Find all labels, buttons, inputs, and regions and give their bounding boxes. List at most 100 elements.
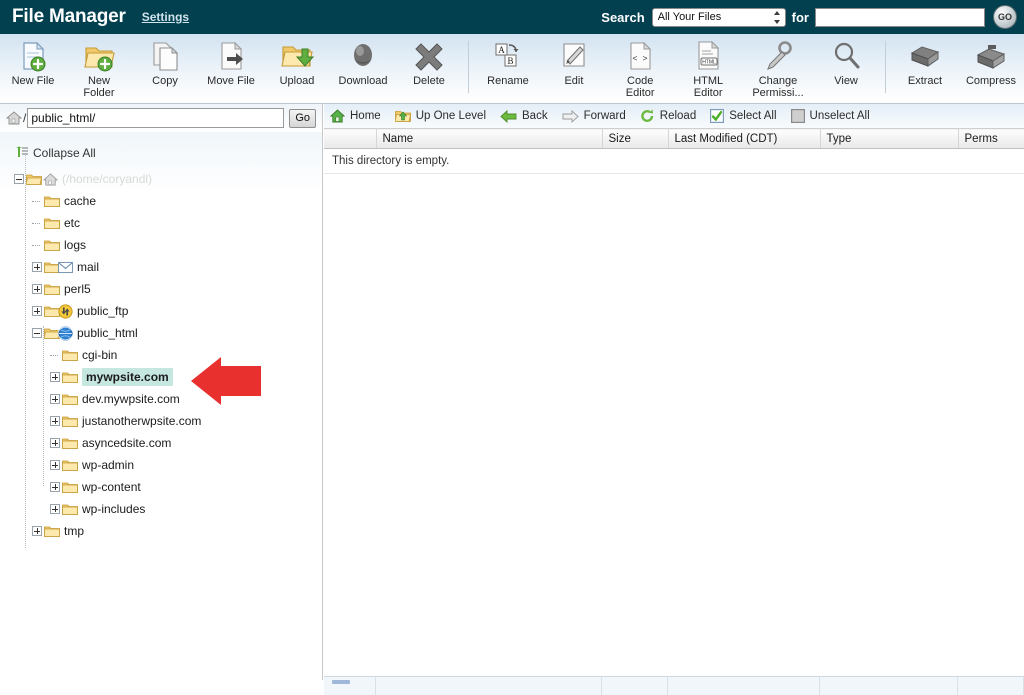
nav-button-up-one-level[interactable]: Up One Level	[394, 109, 487, 123]
toolbar-button-code-editor[interactable]: < > Code Editor	[607, 39, 673, 99]
toolbar-button-compress[interactable]: Compress	[958, 39, 1024, 87]
tree-expander-plus-icon[interactable]	[32, 284, 42, 294]
file-list-table: Name Size Last Modified (CDT) Type Perms…	[324, 128, 1024, 174]
folder-icon	[62, 416, 78, 427]
folder-icon	[44, 240, 60, 251]
footer-cell-size	[602, 677, 668, 695]
folder-icon	[62, 504, 78, 515]
toolbar-button-html-editor[interactable]: HTML HTML Editor	[673, 39, 743, 99]
change-permissions-icon	[761, 39, 795, 73]
path-input[interactable]	[27, 108, 285, 128]
collapse-all-button[interactable]: Collapse All	[0, 142, 322, 168]
search-scope-wrapper: All Your Files	[651, 7, 786, 27]
tree-expander-minus-icon[interactable]	[32, 328, 42, 338]
toolbar-label: Move File	[207, 75, 255, 87]
upload-icon	[280, 39, 315, 73]
toolbar-button-edit[interactable]: Edit	[541, 39, 607, 87]
tree-node-mail[interactable]: mail	[0, 256, 322, 278]
path-go-button[interactable]: Go	[289, 108, 316, 128]
search-go-button[interactable]: GO	[993, 5, 1017, 29]
tree-expander-plus-icon[interactable]	[50, 504, 60, 514]
column-header-type[interactable]: Type	[820, 128, 959, 149]
folder-icon	[62, 460, 78, 471]
toolbar-button-change-permissions[interactable]: Change Permissi...	[743, 39, 813, 99]
tree-expander-plus-icon[interactable]	[32, 526, 42, 536]
settings-link[interactable]: Settings	[142, 10, 189, 24]
nav-button-unselect-all[interactable]: Unselect All	[790, 109, 870, 123]
tree-node-label: justanotherwpsite.com	[82, 414, 202, 428]
nav-button-select-all[interactable]: Select All	[710, 109, 777, 123]
tree-node-cgi-bin[interactable]: cgi-bin	[0, 344, 322, 366]
tree-node-asyncedsite-com[interactable]: asyncedsite.com	[0, 432, 322, 454]
search-scope-select[interactable]: All Your Files	[651, 7, 786, 27]
toolbar-button-upload[interactable]: Upload	[264, 39, 330, 87]
tree-node-public-ftp[interactable]: public_ftp	[0, 300, 322, 322]
collapse-all-label: Collapse All	[33, 146, 96, 160]
tree-node-label: asyncedsite.com	[82, 436, 172, 450]
folder-icon	[62, 350, 78, 361]
footer-selection-marker	[332, 680, 350, 684]
file-nav-toolbar: Home Up One Level Back Forward Reload Se…	[324, 104, 1024, 128]
tree-node-wp-admin[interactable]: wp-admin	[0, 454, 322, 476]
column-header-checkbox[interactable]	[324, 128, 377, 149]
toolbar-button-new-folder[interactable]: New Folder	[66, 39, 132, 99]
nav-label: Select All	[729, 110, 777, 122]
compress-icon	[974, 39, 1008, 73]
tree-connector-line	[25, 150, 26, 548]
rename-icon: A B	[491, 39, 525, 73]
tree-node-label: etc	[64, 216, 81, 230]
tree-connector-line	[43, 326, 44, 486]
toolbar-button-rename[interactable]: A B Rename	[475, 39, 541, 87]
tree-expander-plus-icon[interactable]	[50, 438, 60, 448]
edit-icon	[557, 39, 591, 73]
tree-node-root[interactable]: (/home/coryandl)	[0, 168, 322, 190]
toolbar-divider	[468, 41, 469, 93]
nav-button-back[interactable]: Back	[500, 109, 548, 123]
folder-icon	[44, 218, 60, 229]
tree-node-tmp[interactable]: tmp	[0, 520, 322, 542]
tree-expander-plus-icon[interactable]	[50, 416, 60, 426]
tree-node-mywpsite-com[interactable]: mywpsite.com	[0, 366, 322, 388]
tree-expander-plus-icon[interactable]	[50, 460, 60, 470]
column-header-size[interactable]: Size	[602, 128, 669, 149]
tree-node-wp-content[interactable]: wp-content	[0, 476, 322, 498]
ftp-icon	[58, 303, 73, 319]
reload-icon	[641, 109, 653, 123]
tree-node-label: mail	[77, 260, 100, 274]
tree-node-etc[interactable]: etc	[0, 212, 322, 234]
table-header-row: Name Size Last Modified (CDT) Type Perms	[324, 128, 1024, 149]
tree-expander-plus-icon[interactable]	[50, 394, 60, 404]
toolbar-button-new-file[interactable]: New File	[0, 39, 66, 87]
toolbar-button-view[interactable]: View	[813, 39, 879, 87]
nav-label: Up One Level	[415, 110, 487, 122]
column-header-last-modified[interactable]: Last Modified (CDT)	[668, 128, 821, 149]
html-editor-icon: HTML	[691, 39, 725, 73]
tree-node-justanotherwpsite-com[interactable]: justanotherwpsite.com	[0, 410, 322, 432]
tree-node-cache[interactable]: cache	[0, 190, 322, 212]
column-header-perms[interactable]: Perms	[958, 128, 1024, 149]
panel-splitter[interactable]	[322, 104, 323, 680]
tree-node-logs[interactable]: logs	[0, 234, 322, 256]
toolbar-button-download[interactable]: Download	[330, 39, 396, 87]
nav-label: Forward	[583, 110, 626, 122]
tree-node-public-html[interactable]: public_html	[0, 322, 322, 344]
tree-node-dev-mywpsite-com[interactable]: dev.mywpsite.com	[0, 388, 322, 410]
tree-node-wp-includes[interactable]: wp-includes	[0, 498, 322, 520]
nav-button-reload[interactable]: Reload	[640, 109, 696, 123]
column-header-name[interactable]: Name	[376, 128, 603, 149]
tree-expander-plus-icon[interactable]	[32, 262, 42, 272]
toolbar-button-copy[interactable]: Copy	[132, 39, 198, 87]
tree-node-perl5[interactable]: perl5	[0, 278, 322, 300]
tree-expander-plus-icon[interactable]	[32, 306, 42, 316]
tree-expander-plus-icon[interactable]	[50, 482, 60, 492]
checkbox-checked-icon	[710, 109, 725, 123]
nav-button-forward[interactable]: Forward	[562, 109, 626, 123]
tree-expander-plus-icon[interactable]	[50, 372, 60, 382]
toolbar-button-move-file[interactable]: Move File	[198, 39, 264, 87]
path-separator: /	[23, 111, 27, 125]
toolbar-button-extract[interactable]: Extract	[892, 39, 958, 87]
nav-button-home[interactable]: Home	[330, 109, 381, 123]
tree-expander-minus-icon[interactable]	[14, 174, 24, 184]
search-input[interactable]	[815, 7, 985, 27]
toolbar-button-delete[interactable]: Delete	[396, 39, 462, 87]
